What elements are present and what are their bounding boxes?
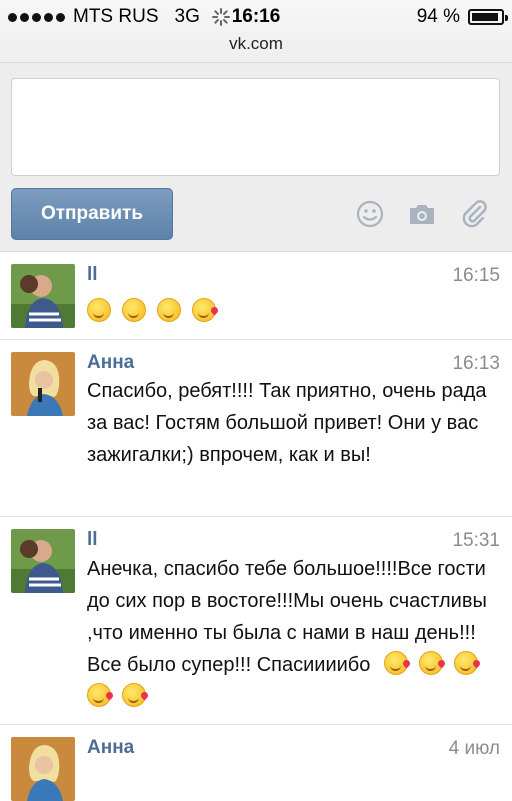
carrier-name: MTS RUS bbox=[73, 6, 159, 27]
message-input[interactable] bbox=[11, 78, 500, 176]
message-text: Спасибо, ребят!!!! Так приятно, очень ра… bbox=[87, 380, 487, 466]
battery-percent: 94 % bbox=[416, 6, 460, 27]
message-author[interactable]: Анна bbox=[87, 737, 134, 759]
kiss-emoji-icon bbox=[87, 683, 111, 707]
kiss-emoji-icon bbox=[192, 298, 216, 322]
message-item[interactable]: ll 15:31 Анечка, спасибо тебе большое!!!… bbox=[0, 517, 512, 725]
message-emojis bbox=[87, 296, 498, 328]
message-time: 15:31 bbox=[452, 530, 500, 551]
message-time: 16:13 bbox=[452, 353, 500, 374]
kiss-emoji-icon bbox=[418, 651, 443, 675]
avatar[interactable] bbox=[11, 352, 75, 416]
paperclip-icon[interactable] bbox=[459, 199, 489, 229]
message-list: ll 16:15 Анна 16:13 Спасибо, ребят!!!! Т… bbox=[0, 252, 512, 801]
message-composer: Отправить bbox=[0, 63, 512, 252]
smile-emoji-icon bbox=[122, 298, 146, 322]
loading-spinner-icon bbox=[211, 8, 230, 26]
message-author[interactable]: ll bbox=[87, 264, 98, 286]
clock: 16:16 bbox=[231, 6, 281, 27]
kiss-emoji-icon bbox=[453, 651, 478, 675]
signal-strength-icon bbox=[8, 12, 65, 22]
status-bar: MTS RUS 3G 16:16 94 % vk.com bbox=[0, 0, 512, 63]
message-item[interactable]: Анна 16:13 Спасибо, ребят!!!! Так приятн… bbox=[0, 340, 512, 517]
avatar[interactable] bbox=[11, 737, 75, 801]
avatar[interactable] bbox=[11, 529, 75, 593]
page-url[interactable]: vk.com bbox=[0, 34, 512, 54]
smile-emoji-icon bbox=[157, 298, 181, 322]
kiss-emoji-icon bbox=[383, 651, 408, 675]
message-item[interactable]: Анна 4 июл bbox=[0, 725, 512, 801]
network-type: 3G bbox=[174, 6, 200, 27]
battery-icon bbox=[468, 9, 508, 25]
message-body: Анечка, спасибо тебе большое!!!!Все гост… bbox=[87, 553, 498, 713]
send-button[interactable]: Отправить bbox=[11, 188, 173, 240]
message-time: 4 июл bbox=[448, 738, 500, 759]
smiley-icon[interactable] bbox=[355, 199, 385, 229]
message-time: 16:15 bbox=[452, 265, 500, 286]
kiss-emoji-icon bbox=[122, 683, 146, 707]
message-author[interactable]: Анна bbox=[87, 352, 134, 374]
smile-emoji-icon bbox=[87, 298, 111, 322]
message-author[interactable]: ll bbox=[87, 529, 98, 551]
avatar[interactable] bbox=[11, 264, 75, 328]
camera-icon[interactable] bbox=[407, 199, 437, 229]
message-item[interactable]: ll 16:15 bbox=[0, 252, 512, 340]
